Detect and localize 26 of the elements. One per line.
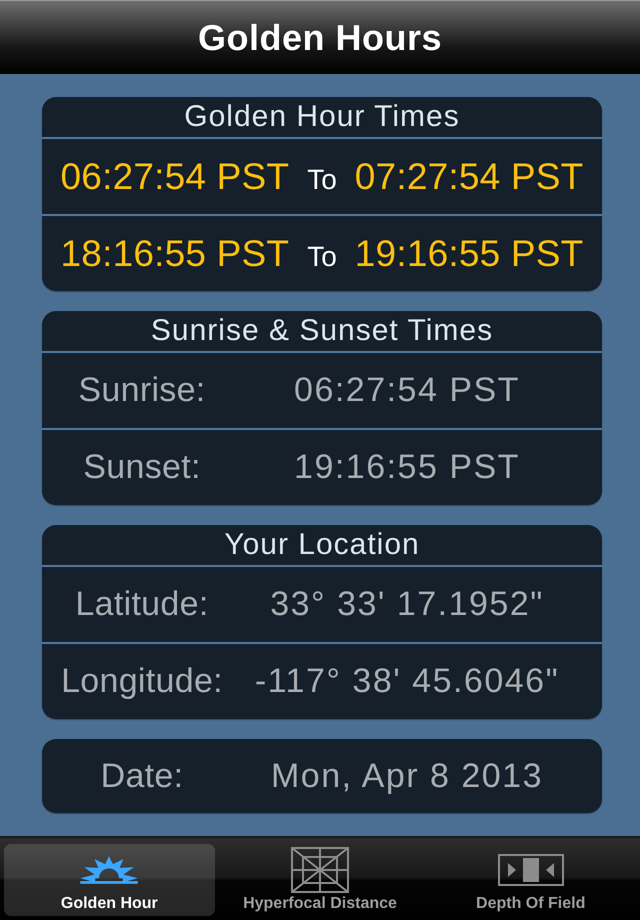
card-title: Sunrise & Sunset Times <box>150 313 494 349</box>
nav-title: Golden Hours <box>198 16 442 58</box>
start-time: 18:16:55 PST <box>60 232 290 274</box>
grid-icon <box>291 846 349 892</box>
inward-arrows-icon <box>498 854 564 886</box>
to-label: To <box>307 164 337 196</box>
card-title: Your Location <box>223 527 421 563</box>
card-title: Golden Hour Times <box>183 99 461 135</box>
tab-button[interactable]: Depth Of Field <box>425 844 636 916</box>
row-label: Sunrise: <box>78 371 206 410</box>
end-time: 07:27:54 PST <box>354 156 584 198</box>
to-label: To <box>307 240 337 272</box>
row-label: Latitude: <box>75 585 209 624</box>
row-label: Date: <box>100 756 184 796</box>
row-value: -117° 38' 45.6046" <box>254 662 560 701</box>
row-value: 06:27:54 PST <box>294 371 520 410</box>
row-value: Mon, Apr 8 2013 <box>270 756 543 796</box>
tab-button[interactable]: Golden Hour <box>4 844 215 916</box>
tab-button[interactable]: Hyperfocal Distance <box>214 844 426 916</box>
start-time: 06:27:54 PST <box>60 156 290 198</box>
row-value: 19:16:55 PST <box>294 448 520 487</box>
row-value: 33° 33' 17.1952" <box>270 585 544 624</box>
row-label: Sunset: <box>83 448 201 487</box>
sunrise-icon <box>78 854 140 884</box>
end-time: 19:16:55 PST <box>354 232 584 274</box>
row-label: Longitude: <box>61 662 223 701</box>
